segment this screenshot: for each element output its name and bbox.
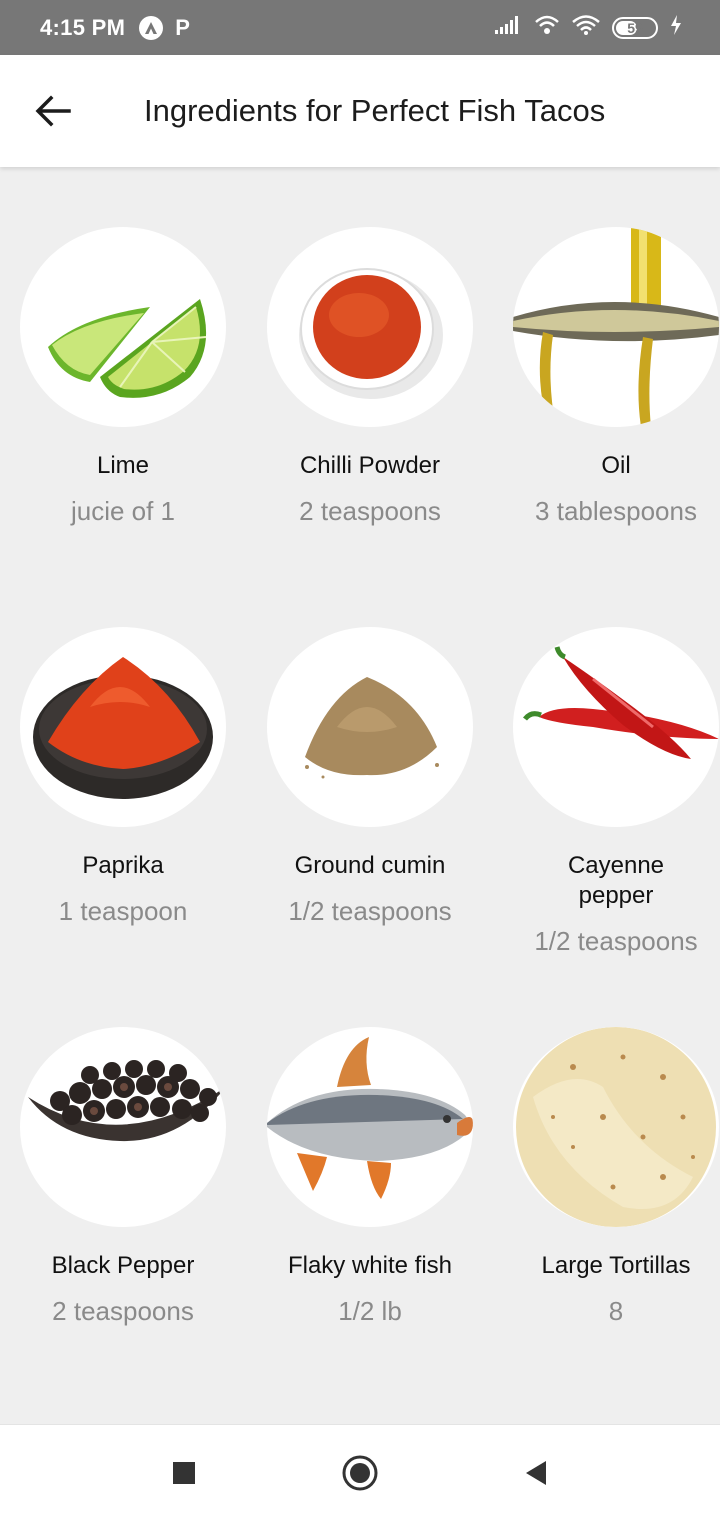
- ingredient-quantity: 1/2 teaspoons: [534, 926, 698, 956]
- cayenne-pepper-image: [513, 627, 719, 827]
- status-bar: 4:15 PM P 59: [0, 0, 720, 55]
- ingredient-card-oil[interactable]: Oil 3 tablespoons: [493, 227, 720, 527]
- ingredient-card-chilli-powder[interactable]: Chilli Powder 2 teaspoons: [247, 227, 493, 527]
- ingredient-name: Ground cumin: [294, 852, 446, 879]
- arrow-back-icon: [35, 95, 71, 127]
- ingredient-quantity: 1/2 teaspoons: [288, 896, 452, 926]
- battery-icon: 59: [612, 16, 658, 39]
- oil-image: [513, 227, 719, 427]
- ingredient-name: Lime: [96, 452, 150, 479]
- wifi-calling-icon: [534, 14, 560, 41]
- triangle-back-icon: [526, 1460, 546, 1485]
- ingredient-name: Oil: [601, 452, 631, 479]
- chilli-powder-image: [267, 227, 473, 427]
- ingredient-name: Flaky white fish: [287, 1252, 453, 1279]
- ingredient-quantity: 8: [608, 1296, 624, 1326]
- large-tortillas-image: [513, 1027, 719, 1227]
- vpn-icon: [139, 15, 164, 40]
- wifi-icon: [572, 14, 600, 41]
- system-nav-bar: [0, 1424, 720, 1520]
- lime-image: [20, 227, 226, 427]
- page-title: Ingredients for Perfect Fish Tacos: [144, 93, 606, 128]
- charging-icon: [670, 15, 682, 40]
- ingredient-quantity: 2 teaspoons: [52, 1296, 194, 1326]
- ground-cumin-image: [267, 627, 473, 827]
- ingredient-card-large-tortillas[interactable]: Large Tortillas 8: [493, 1027, 720, 1327]
- ingredient-quantity: 3 tablespoons: [535, 496, 697, 526]
- ingredient-name: Chilli Powder: [299, 452, 441, 479]
- ingredient-name: Paprika: [82, 852, 164, 879]
- paprika-image: [20, 627, 226, 827]
- ingredient-name: Cayenne pepper: [567, 852, 665, 909]
- system-back-button[interactable]: [506, 1443, 566, 1503]
- ingredient-card-black-pepper[interactable]: Black Pepper 2 teaspoons: [0, 1027, 246, 1327]
- recents-button[interactable]: [154, 1443, 214, 1503]
- status-time: 4:15 PM: [40, 14, 126, 40]
- ingredient-quantity: 1 teaspoon: [58, 896, 188, 926]
- parking-icon: P: [175, 14, 190, 40]
- app-bar: Ingredients for Perfect Fish Tacos: [0, 55, 720, 167]
- ingredient-quantity: 1/2 lb: [338, 1296, 402, 1326]
- back-button[interactable]: [18, 76, 88, 146]
- ingredient-card-lime[interactable]: Lime jucie of 1: [0, 227, 246, 527]
- ingredient-card-flaky-white-fish[interactable]: Flaky white fish 1/2 lb: [247, 1027, 493, 1327]
- battery-level: 59: [627, 19, 643, 36]
- square-icon: [173, 1461, 195, 1484]
- circle-icon: [342, 1455, 378, 1490]
- ingredient-card-cayenne-pepper[interactable]: Cayenne pepper 1/2 teaspoons: [493, 627, 720, 957]
- ingredient-quantity: 2 teaspoons: [299, 496, 441, 526]
- ingredient-name: Black Pepper: [51, 1252, 195, 1279]
- ingredient-card-paprika[interactable]: Paprika 1 teaspoon: [0, 627, 246, 927]
- signal-icon: [494, 15, 522, 40]
- flaky-white-fish-image: [267, 1027, 473, 1227]
- black-pepper-image: [20, 1027, 226, 1227]
- ingredient-card-ground-cumin[interactable]: Ground cumin 1/2 teaspoons: [247, 627, 493, 927]
- ingredient-name: Large Tortillas: [541, 1252, 691, 1279]
- home-button[interactable]: [330, 1443, 390, 1503]
- ingredient-quantity: jucie of 1: [70, 496, 176, 526]
